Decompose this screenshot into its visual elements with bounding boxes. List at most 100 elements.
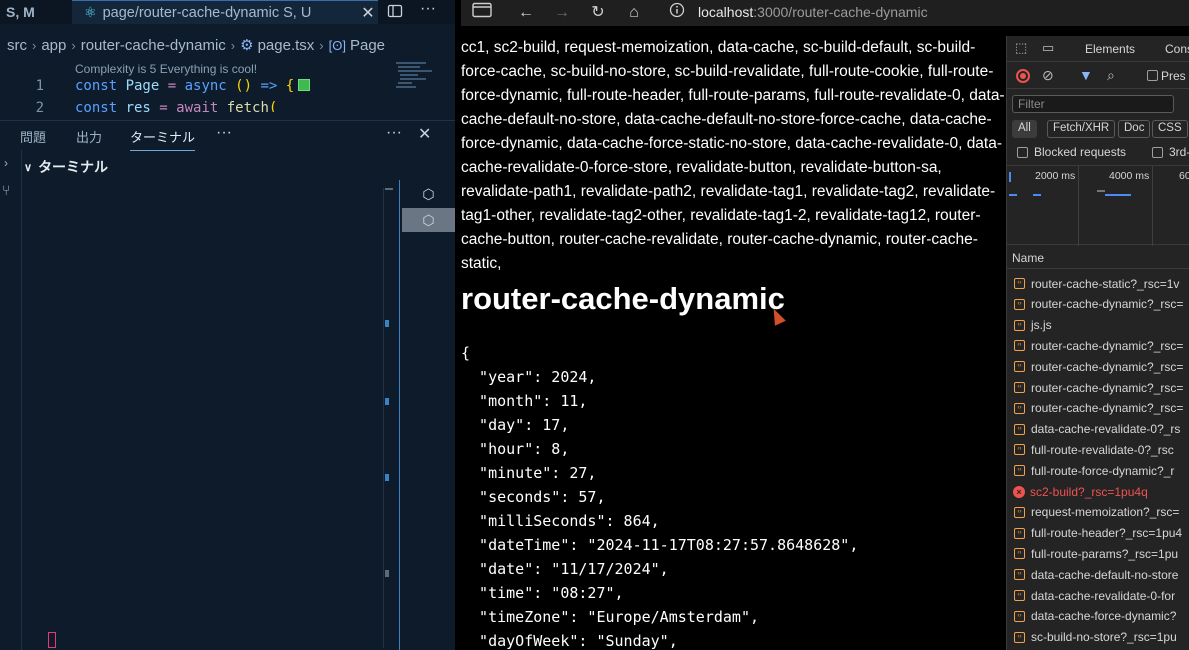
request-row[interactable]: ‹› full-route-force-dynamic?_r	[1007, 460, 1189, 481]
route-links[interactable]: cc1, sc2-build, request-memoization, dat…	[461, 36, 1006, 276]
minimap[interactable]	[392, 60, 452, 112]
request-row[interactable]: ‹› data-cache-revalidate-0?_rs	[1007, 419, 1189, 440]
device-toolbar-icon[interactable]: ▭	[1042, 40, 1054, 56]
terminal-header[interactable]: ∨ ターミナル	[24, 155, 108, 179]
request-row[interactable]: ‹› data-cache-default-no-store	[1007, 564, 1189, 585]
request-row[interactable]: ‹› router-cache-dynamic?_rsc=	[1007, 356, 1189, 377]
fetch-request-icon: ‹›	[1014, 527, 1025, 539]
tab-status: S, U	[283, 4, 312, 21]
breadcrumb-symbol[interactable]: Page	[350, 37, 385, 54]
request-row[interactable]: ‹› full-route-revalidate-0?_rsc	[1007, 439, 1189, 460]
request-row[interactable]: ‹› sc-build-no-store?_rsc=1pu	[1007, 627, 1189, 648]
source-control-icon[interactable]: ⑂	[2, 182, 10, 198]
error-icon: ×	[1013, 485, 1025, 498]
timeline-tick: 60	[1179, 170, 1189, 182]
fetch-request-icon: ‹›	[1014, 340, 1025, 352]
request-name: sc2-build?_rsc=1pu4q	[1030, 484, 1148, 499]
address-bar[interactable]: localhost:3000/router-cache-dynamic	[698, 4, 928, 20]
request-name: router-cache-dynamic?_rsc=	[1031, 380, 1184, 395]
request-row[interactable]: ‹› router-cache-dynamic?_rsc=	[1007, 335, 1189, 356]
scroll-marker	[385, 570, 389, 577]
request-name: full-route-revalidate-0?_rsc	[1031, 442, 1174, 457]
close-panel-icon[interactable]: ✕	[418, 124, 431, 144]
breadcrumb-file[interactable]: page.tsx	[258, 37, 315, 54]
sidebar-toggle-icon[interactable]	[471, 2, 493, 24]
scroll-marker	[385, 320, 389, 327]
preserve-log-checkbox[interactable]	[1147, 70, 1158, 81]
filter-fetch-xhr[interactable]: Fetch/XHR	[1047, 120, 1116, 138]
terminal-instance-icon[interactable]: ⬡	[402, 182, 455, 206]
inspect-element-icon[interactable]: ⬚	[1015, 40, 1027, 56]
record-icon[interactable]	[1016, 69, 1030, 83]
split-editor-icon[interactable]	[386, 3, 404, 21]
fetch-request-icon: ‹›	[1014, 610, 1025, 622]
site-info-icon[interactable]	[666, 2, 688, 24]
tab-problems[interactable]: 問題	[20, 127, 46, 146]
page-content: cc1, sc2-build, request-memoization, dat…	[461, 36, 1006, 650]
request-row[interactable]: ‹› router-cache-static?_rsc=1v	[1007, 273, 1189, 294]
more-actions-icon[interactable]: ···	[417, 0, 439, 24]
home-icon[interactable]: ⌂	[623, 2, 645, 24]
close-icon[interactable]: ✕	[358, 3, 378, 23]
filter-css[interactable]: CSS	[1152, 120, 1188, 138]
tab-filename: page/router-cache-dynamic	[102, 4, 280, 21]
request-name: full-route-params?_rsc=1pu	[1031, 546, 1179, 561]
network-timeline[interactable]: 2000 ms 4000 ms 60	[1007, 165, 1189, 246]
filter-doc[interactable]: Doc	[1118, 120, 1151, 138]
filter-icon[interactable]: ▼	[1079, 67, 1093, 83]
request-name: data-cache-revalidate-0?_rs	[1031, 422, 1181, 437]
request-row[interactable]: ‹› router-cache-dynamic?_rsc=	[1007, 398, 1189, 419]
request-row[interactable]: ‹› full-route-params?_rsc=1pu	[1007, 543, 1189, 564]
request-row[interactable]: ‹› full-route-header?_rsc=1pu4	[1007, 523, 1189, 544]
code-line[interactable]: 2 const res = await fetch(	[0, 100, 390, 112]
terminal-area[interactable]	[23, 180, 400, 650]
breadcrumb-folder[interactable]: router-cache-dynamic	[81, 37, 226, 54]
code-line[interactable]: 1 const Page = async () => {	[0, 78, 390, 98]
timeline-tick: 4000 ms	[1109, 170, 1150, 182]
request-row[interactable]: ‹› data-cache-force-dynamic?	[1007, 606, 1189, 627]
fetch-request-icon: ‹›	[1014, 506, 1025, 518]
request-row[interactable]: ‹› data-cache-revalidate-0-for	[1007, 585, 1189, 606]
chevron-down-icon: ∨	[24, 161, 33, 174]
browser-toolbar: ← → ↻ ⌂ localhost:3000/router-cache-dyna…	[461, 0, 1189, 26]
forward-icon[interactable]: →	[551, 2, 573, 24]
code-editor[interactable]: Complexity is 5 Everything is cool! 1 co…	[0, 60, 455, 112]
request-row[interactable]: ‹› router-cache-dynamic?_rsc=	[1007, 377, 1189, 398]
vscode-window: S, M ⚛ page/router-cache-dynamic S, U ✕ …	[0, 0, 455, 650]
name-column-header[interactable]: Name	[1007, 251, 1189, 269]
breadcrumb-app[interactable]: app	[41, 37, 66, 54]
scroll-marker	[385, 188, 393, 190]
clear-icon[interactable]: ⊘	[1042, 67, 1054, 84]
terminal-cursor	[48, 632, 56, 648]
terminal-scrollbar[interactable]	[383, 188, 397, 648]
editor-tab-active[interactable]: ⚛ page/router-cache-dynamic S, U ✕	[72, 0, 378, 24]
third-party-checkbox[interactable]	[1152, 147, 1163, 158]
request-name: router-cache-dynamic?_rsc=	[1031, 338, 1184, 353]
request-row[interactable]: ‹› request-memoization?_rsc=	[1007, 502, 1189, 523]
search-icon[interactable]: ⌕	[1107, 67, 1115, 84]
filter-all[interactable]: All	[1012, 120, 1037, 138]
request-row[interactable]: ‹› js.js	[1007, 315, 1189, 336]
breadcrumb-src[interactable]: src	[7, 37, 27, 54]
request-row[interactable]: × sc2-build?_rsc=1pu4q	[1007, 481, 1189, 502]
url-path: :3000/router-cache-dynamic	[753, 4, 928, 20]
panel-more-icon[interactable]: ···	[216, 124, 232, 142]
blocked-requests-label: Blocked requests	[1034, 145, 1127, 159]
back-icon[interactable]: ←	[515, 2, 537, 24]
reload-icon[interactable]: ↻	[587, 2, 609, 24]
devtools-panel: ⬚ ▭ Elements Cons ⊘ ▼ ⌕ Pres Filter All …	[1006, 36, 1189, 650]
chevron-right-icon[interactable]: ›	[4, 156, 8, 170]
tab-terminal[interactable]: ターミナル	[130, 127, 196, 151]
tab-console[interactable]: Cons	[1165, 42, 1189, 56]
request-name: data-cache-default-no-store	[1031, 567, 1179, 582]
terminal-instance-icon[interactable]: ⬡	[402, 208, 455, 232]
panel-actions-icon[interactable]: ···	[386, 124, 402, 142]
request-row[interactable]: ‹› router-cache-dynamic?_rsc=	[1007, 294, 1189, 315]
filter-input[interactable]: Filter	[1012, 95, 1174, 113]
editor-tab-previous[interactable]: S, M	[0, 0, 41, 24]
tab-elements[interactable]: Elements	[1085, 42, 1135, 56]
request-name: js.js	[1031, 318, 1052, 333]
color-swatch-icon	[298, 79, 311, 91]
tab-output[interactable]: 出力	[76, 127, 102, 146]
blocked-requests-checkbox[interactable]	[1017, 147, 1028, 158]
